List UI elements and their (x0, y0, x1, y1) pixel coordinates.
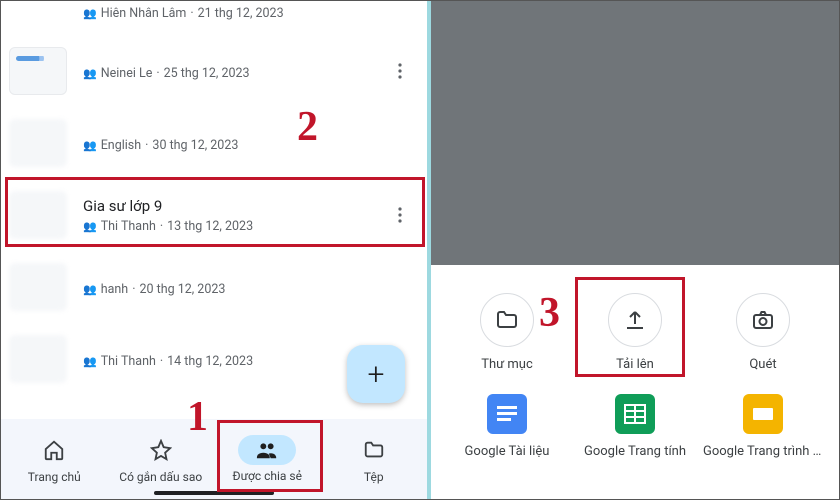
tab-home[interactable]: Trang chủ (1, 419, 108, 499)
file-owner: English (101, 138, 141, 153)
sheet-label: Thư mục (481, 357, 533, 372)
shared-icon: 👥 (83, 283, 97, 296)
folder-icon (480, 293, 534, 347)
list-item[interactable]: 👥 hanh · 20 thg 12, 2023 (1, 251, 427, 323)
file-owner: Hiên Nhân Lâm (101, 6, 187, 21)
nav-label: Trang chủ (28, 470, 81, 484)
tab-shared[interactable]: Được chia sẻ (214, 419, 321, 499)
sheet-item-docs[interactable]: Google Tài liệu (447, 394, 567, 459)
fab-new[interactable]: + (347, 345, 405, 403)
scrim[interactable] (431, 1, 839, 265)
file-thumbnail (9, 191, 67, 239)
file-owner: hanh (101, 282, 128, 297)
home-icon (25, 434, 83, 466)
folder-icon (345, 434, 403, 466)
list-item[interactable]: Gia sư lớp 9 👥 Thi Thanh · 13 thg 12, 20… (1, 179, 427, 251)
sheet-item-upload[interactable]: Tải lên (575, 293, 695, 372)
nav-label: Có gắn dấu sao (119, 470, 202, 484)
list-item[interactable]: 👥 Hiên Nhân Lâm · 21 thg 12, 2023 (1, 1, 427, 35)
people-icon (238, 435, 296, 465)
sheet-label: Google Trang tính (584, 444, 686, 459)
file-date: 21 thg 12, 2023 (198, 6, 284, 21)
star-icon (132, 434, 190, 466)
bottom-nav: Trang chủ Có gắn dấu sao Được chia sẻ Tệ… (1, 419, 427, 499)
file-owner: Neinei Le (101, 66, 153, 81)
file-date: 25 thg 12, 2023 (164, 66, 250, 81)
file-date: 13 thg 12, 2023 (167, 219, 253, 234)
file-thumbnail (9, 47, 67, 95)
list-item[interactable]: 👥 Neinei Le · 25 thg 12, 2023 (1, 35, 427, 107)
upload-icon (608, 293, 662, 347)
slides-icon (743, 394, 783, 434)
sheet-item-sheets[interactable]: Google Trang tính (575, 394, 695, 459)
more-button[interactable] (387, 202, 413, 228)
sheet-item-scan[interactable]: Quét (703, 293, 823, 372)
tab-files[interactable]: Tệp (321, 419, 428, 499)
docs-icon (487, 394, 527, 434)
file-date: 20 thg 12, 2023 (139, 282, 225, 297)
shared-icon: 👥 (83, 139, 97, 152)
tab-starred[interactable]: Có gắn dấu sao (108, 419, 215, 499)
nav-label: Tệp (364, 470, 384, 484)
plus-icon: + (368, 357, 385, 392)
file-name: Gia sư lớp 9 (83, 197, 387, 215)
file-date: 30 thg 12, 2023 (152, 138, 238, 153)
shared-icon: 👥 (83, 220, 97, 233)
sheets-icon (615, 394, 655, 434)
sheet-label: Google Tài liệu (465, 444, 550, 459)
shared-icon: 👥 (83, 7, 97, 20)
file-thumbnail (9, 335, 67, 383)
sheet-item-slides[interactable]: Google Trang trình bày (703, 394, 823, 459)
file-owner: Thi Thanh (101, 219, 156, 234)
camera-icon (736, 293, 790, 347)
file-thumbnail (9, 263, 67, 311)
more-button[interactable] (387, 58, 413, 84)
shared-icon: 👥 (83, 355, 97, 368)
sheet-label: Quét (749, 357, 776, 372)
list-item[interactable]: 👥 English · 30 thg 12, 2023 (1, 107, 427, 179)
new-item-sheet: Thư mục Tải lên Quét (431, 265, 839, 499)
gesture-bar (154, 491, 274, 495)
bottom-sheet-screen: Thư mục Tải lên Quét (431, 1, 839, 499)
file-date: 14 thg 12, 2023 (167, 354, 253, 369)
sheet-item-folder[interactable]: Thư mục (447, 293, 567, 372)
file-thumbnail (9, 119, 67, 167)
sheet-label: Google Trang trình bày (703, 444, 823, 459)
nav-label: Được chia sẻ (233, 469, 302, 483)
shared-icon: 👥 (83, 67, 97, 80)
file-owner: Thi Thanh (101, 354, 156, 369)
sheet-label: Tải lên (616, 357, 654, 372)
drive-shared-screen: 👥 Hiên Nhân Lâm · 21 thg 12, 2023 👥 Nein… (1, 1, 431, 499)
